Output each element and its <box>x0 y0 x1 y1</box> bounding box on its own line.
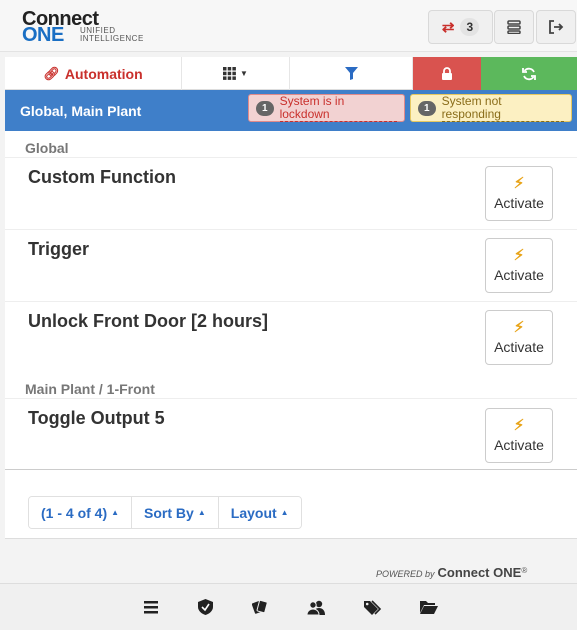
lock-icon <box>442 67 452 80</box>
connect-one-logo[interactable]: Connect ONE UNIFIED INTELLIGENCE <box>22 8 146 46</box>
app-header: Connect ONE UNIFIED INTELLIGENCE ⇄ 3 <box>0 0 577 52</box>
activate-label: Activate <box>494 267 544 283</box>
refresh-icon <box>522 67 536 80</box>
activate-label: Activate <box>494 339 544 355</box>
layout-label: Layout <box>230 504 277 521</box>
alert-count-badge: 1 <box>256 100 274 116</box>
alert-text: System not responding <box>441 94 564 122</box>
exchange-icon: ⇄ <box>441 19 455 36</box>
activate-button[interactable]: ⚡︎ Activate <box>485 310 553 365</box>
lockdown-button[interactable] <box>413 57 481 90</box>
powered-by: POWERED by Connect ONE® <box>376 565 527 580</box>
bottom-toolbar <box>0 583 577 630</box>
page-range-label: (1 - 4 of 4) <box>41 504 108 521</box>
server-icon <box>507 20 521 34</box>
caret-up-icon: ▲ <box>280 508 289 517</box>
top-nav: 🔗︎ Automation ▼ <box>5 57 577 90</box>
bolt-icon: ⚡︎ <box>513 175 525 192</box>
group-header-global: Global <box>25 140 69 156</box>
grid-view-dropdown[interactable]: ▼ <box>182 57 290 90</box>
layout-dropdown[interactable]: Layout ▲ <box>218 497 301 528</box>
logo-line2: ONE <box>22 24 64 46</box>
item-name: Custom Function <box>28 167 176 187</box>
sort-by-dropdown[interactable]: Sort By ▲ <box>132 497 219 528</box>
list-toolbar: (1 - 4 of 4) ▲ Sort By ▲ Layout ▲ <box>28 496 302 529</box>
activate-button[interactable]: ⚡︎ Activate <box>485 408 553 463</box>
list-item: Unlock Front Door [2 hours] ⚡︎ Activate <box>5 301 577 373</box>
caret-up-icon: ▲ <box>197 508 206 517</box>
filter-icon <box>344 67 358 80</box>
caret-up-icon: ▲ <box>111 508 120 517</box>
grid-icon <box>223 67 236 80</box>
sync-count-badge: 3 <box>460 18 480 36</box>
registered-mark: ® <box>521 566 528 575</box>
bolt-icon: ⚡︎ <box>513 319 525 336</box>
item-name: Toggle Output 5 <box>28 408 165 428</box>
activate-label: Activate <box>494 195 544 211</box>
logout-button[interactable] <box>536 10 576 44</box>
badges-icon[interactable] <box>250 597 270 617</box>
caret-down-icon: ▼ <box>240 69 248 78</box>
automation-label: Automation <box>64 65 143 82</box>
bolt-icon: ⚡︎ <box>513 417 525 434</box>
bolt-icon: ⚡︎ <box>513 247 525 264</box>
list-item: Trigger ⚡︎ Activate <box>5 229 577 301</box>
page-range-dropdown[interactable]: (1 - 4 of 4) ▲ <box>29 497 133 528</box>
folder-open-icon[interactable] <box>419 597 439 617</box>
location-title: Global, Main Plant <box>20 103 142 119</box>
alert-text: System is in lockdown <box>279 94 397 122</box>
lockdown-alert[interactable]: 1 System is in lockdown <box>248 94 405 122</box>
not-responding-alert[interactable]: 1 System not responding <box>410 94 572 122</box>
shield-icon[interactable] <box>195 597 215 617</box>
tags-icon[interactable] <box>363 597 383 617</box>
users-icon[interactable] <box>306 597 326 617</box>
automation-tab[interactable]: 🔗︎ Automation <box>5 57 182 90</box>
item-name: Trigger <box>28 239 90 259</box>
function-list-panel: Global Custom Function ⚡︎ Activate Trigg… <box>5 131 577 539</box>
activate-label: Activate <box>494 437 544 453</box>
list-item: Custom Function ⚡︎ Activate <box>5 157 577 229</box>
divider <box>5 469 577 470</box>
sync-button[interactable]: ⇄ 3 <box>428 10 493 44</box>
server-button[interactable] <box>494 10 534 44</box>
activate-button[interactable]: ⚡︎ Activate <box>485 166 553 221</box>
list-item: Toggle Output 5 ⚡︎ Activate <box>5 398 577 469</box>
alert-count-badge: 1 <box>418 100 436 116</box>
item-name: Unlock Front Door [2 hours] <box>28 311 268 331</box>
menu-icon[interactable] <box>141 597 161 617</box>
sort-by-label: Sort By <box>144 504 194 521</box>
logo-tagline2: INTELLIGENCE <box>80 34 144 43</box>
link-icon: 🔗︎ <box>43 65 60 81</box>
logo-tagline: UNIFIED INTELLIGENCE <box>80 27 144 43</box>
activate-button[interactable]: ⚡︎ Activate <box>485 238 553 293</box>
logout-icon <box>549 20 564 34</box>
location-bar: Global, Main Plant 1 System is in lockdo… <box>5 90 577 131</box>
powered-by-brand: Connect ONE <box>437 565 522 580</box>
group-header-main-plant: Main Plant / 1-Front <box>25 381 155 397</box>
powered-by-text: POWERED by <box>376 569 435 579</box>
refresh-button[interactable] <box>481 57 577 90</box>
filter-button[interactable] <box>290 57 413 90</box>
